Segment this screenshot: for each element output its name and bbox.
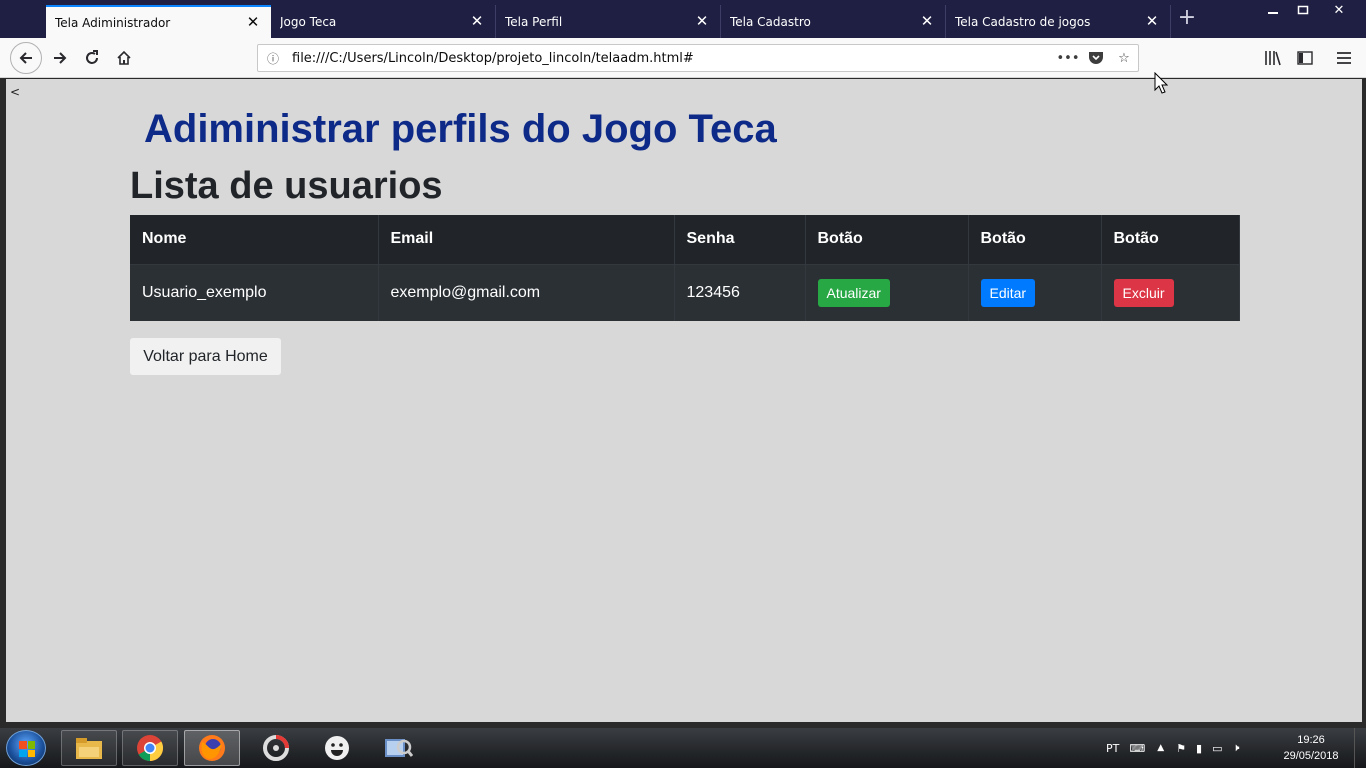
table-header-row: Nome Email Senha Botão Botão Botão: [130, 215, 1240, 265]
excluir-button[interactable]: Excluir: [1113, 278, 1174, 307]
power-icon[interactable]: ▮: [1196, 742, 1202, 755]
close-icon[interactable]: ✕: [244, 14, 262, 32]
browser-titlebar: Tela Adiministrador ✕ Jogo Teca ✕ Tela P…: [0, 0, 1366, 38]
cell-editar: Editar: [968, 264, 1102, 321]
tab-label: Tela Cadastro de jogos: [955, 14, 1091, 29]
tab-tela-cadastro[interactable]: Tela Cadastro ✕: [721, 5, 946, 38]
users-table: Nome Email Senha Botão Botão Botão Usuar…: [130, 215, 1240, 321]
cell-senha: 123456: [674, 264, 806, 321]
tab-strip: Tela Adiministrador ✕ Jogo Teca ✕ Tela P…: [46, 5, 1171, 38]
volume-icon[interactable]: 🕨: [1233, 741, 1240, 755]
new-tab-icon[interactable]: +: [1176, 7, 1198, 30]
page-content: < Adiministrar perfils do Jogo Teca List…: [6, 79, 1362, 722]
column-header-senha: Senha: [674, 215, 806, 265]
file-explorer-icon[interactable]: [61, 730, 117, 766]
tab-label: Tela Perfil: [505, 14, 563, 29]
window-controls: ✕: [1258, 0, 1360, 20]
tab-label: Tela Cadastro: [730, 14, 811, 29]
action-center-flag-icon[interactable]: ⚑: [1176, 742, 1186, 755]
column-header-botao: Botão: [1101, 215, 1240, 265]
close-icon[interactable]: ✕: [693, 13, 711, 31]
home-icon[interactable]: [108, 42, 140, 74]
tab-tela-administrador[interactable]: Tela Adiministrador ✕: [46, 5, 271, 38]
reload-icon[interactable]: [76, 42, 108, 74]
back-link[interactable]: <: [10, 85, 20, 99]
language-indicator[interactable]: PT: [1106, 742, 1119, 755]
menu-icon[interactable]: [1328, 42, 1360, 74]
column-header-nome: Nome: [130, 215, 379, 265]
sidebar-icon[interactable]: [1289, 42, 1321, 74]
page-title: Adiministrar perfils do Jogo Teca: [144, 107, 777, 151]
network-icon[interactable]: ▭: [1212, 742, 1222, 755]
clock-time: 19:26: [1297, 734, 1325, 746]
tab-label: Jogo Teca: [280, 14, 337, 29]
window-close-icon[interactable]: ✕: [1318, 0, 1360, 20]
windows-logo-icon: [19, 741, 35, 757]
chrome-icon[interactable]: [122, 730, 178, 766]
close-icon[interactable]: ✕: [918, 13, 936, 31]
image-viewer-icon[interactable]: [370, 730, 426, 766]
column-header-email: Email: [378, 215, 675, 265]
page-actions-icon[interactable]: •••: [1054, 44, 1082, 72]
tab-tela-cadastro-de-jogos[interactable]: Tela Cadastro de jogos ✕: [946, 5, 1171, 38]
show-desktop-button[interactable]: [1354, 728, 1366, 768]
url-text[interactable]: file:///C:/Users/Lincoln/Desktop/projeto…: [288, 51, 1054, 66]
media-player-icon[interactable]: [248, 730, 304, 766]
editar-button[interactable]: Editar: [980, 278, 1036, 307]
bookmark-star-icon[interactable]: ☆: [1110, 44, 1138, 72]
back-arrow-icon[interactable]: [10, 42, 42, 74]
maximize-icon[interactable]: [1288, 0, 1318, 20]
tab-label: Tela Adiministrador: [55, 15, 171, 30]
taskbar-clock[interactable]: 19:26 29/05/2018: [1278, 732, 1344, 764]
column-header-botao: Botão: [968, 215, 1102, 265]
keyboard-icon[interactable]: ⌨: [1129, 742, 1145, 755]
atualizar-button[interactable]: Atualizar: [817, 278, 890, 307]
cell-nome: Usuario_exemplo: [130, 264, 379, 321]
system-tray: PT ⌨ ▲ ⚑ ▮ ▭ 🕨: [1106, 728, 1239, 768]
back-to-home-button[interactable]: Voltar para Home: [130, 338, 281, 375]
cell-atualizar: Atualizar: [805, 264, 969, 321]
address-bar[interactable]: ⓘ file:///C:/Users/Lincoln/Desktop/proje…: [257, 44, 1139, 72]
tab-tela-perfil[interactable]: Tela Perfil ✕: [496, 5, 721, 38]
forward-arrow-icon[interactable]: [44, 42, 76, 74]
show-hidden-icons-icon[interactable]: ▲: [1157, 743, 1164, 753]
cell-email: exemplo@gmail.com: [378, 264, 675, 321]
clock-date: 29/05/2018: [1283, 750, 1339, 762]
tab-jogo-teca[interactable]: Jogo Teca ✕: [271, 5, 496, 38]
close-icon[interactable]: ✕: [468, 13, 486, 31]
minimize-icon[interactable]: [1258, 0, 1288, 20]
user-list-heading: Lista de usuarios: [130, 165, 443, 207]
table-row: Usuario_exemplo exemplo@gmail.com 123456…: [130, 264, 1240, 321]
windows-taskbar: PT ⌨ ▲ ⚑ ▮ ▭ 🕨 19:26 29/05/2018: [0, 728, 1366, 768]
smiley-icon[interactable]: [309, 730, 365, 766]
start-button[interactable]: [6, 730, 46, 766]
cell-excluir: Excluir: [1101, 264, 1240, 321]
pocket-icon[interactable]: [1082, 44, 1110, 72]
firefox-icon[interactable]: [184, 730, 240, 766]
info-icon[interactable]: ⓘ: [258, 50, 288, 67]
column-header-botao: Botão: [805, 215, 969, 265]
close-icon[interactable]: ✕: [1143, 13, 1161, 31]
mouse-cursor-icon: [1154, 71, 1169, 98]
library-icon[interactable]: [1257, 42, 1289, 74]
